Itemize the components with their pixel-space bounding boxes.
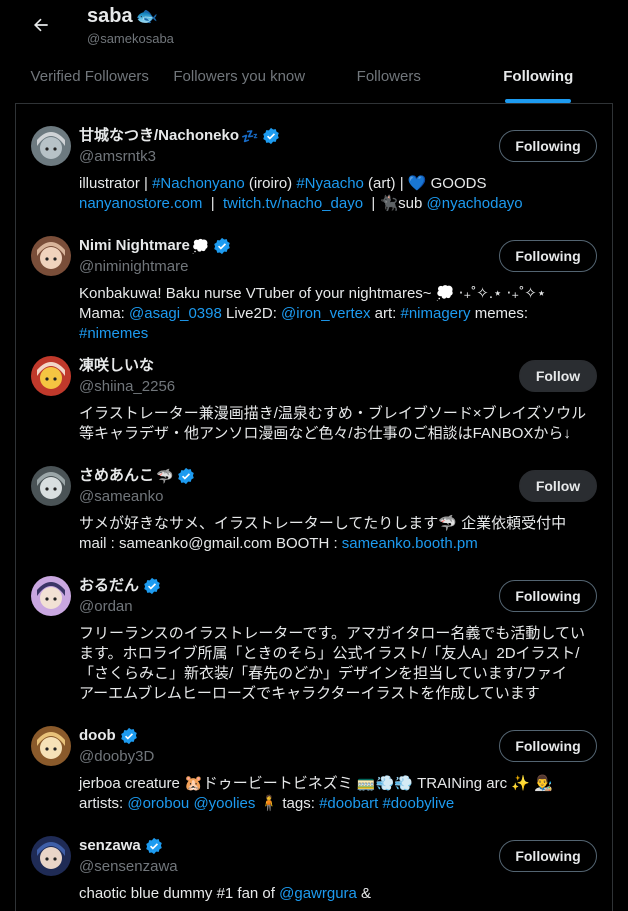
verified-badge-icon [214,237,231,255]
profile-header: saba 🐟 @samekosaba Verified Followers Fol… [0,0,628,104]
bio-text: | 🐈‍⬛sub [363,195,427,212]
tab-following[interactable]: Following [464,56,614,103]
page-title: saba 🐟 [87,5,158,28]
user-cell[interactable]: doob @dooby3D jerboa creature 🐹ドゥービートビネズミ … [15,714,613,814]
following-button[interactable]: Following [499,730,597,762]
avatar[interactable] [31,126,71,166]
tab-followers-you-know[interactable]: Followers you know [165,56,315,103]
verified-badge-icon [263,127,280,145]
bio-text: chaotic blue dummy #1 fan of [79,885,280,902]
following-button[interactable]: Following [499,840,597,872]
follow-button[interactable]: Follow [519,470,597,502]
bio-text: サメが好きなサメ、イラストレーターしてたりします🦈 企業依頼受付中 [79,515,567,532]
bio-link[interactable]: twitch.tv/nacho_dayo [223,195,363,212]
bio-link[interactable]: @yoolies [193,795,255,812]
arrow-left-icon [34,18,48,32]
name-emoji-icon: 🦈 [156,468,174,484]
bio-link[interactable]: @nyachodayo [427,195,523,212]
user-display-name[interactable]: おるだん [79,576,139,596]
bio-text: Mama: [79,305,130,322]
bio-text: art: [370,305,401,322]
bio-text: illustrator | [79,175,153,192]
bio-text: Konbakuwa! Baku nurse VTuber of your nig… [79,285,547,302]
user-display-name[interactable]: 甘城なつき/Nachoneko [79,126,239,146]
user-cell[interactable]: 甘城なつき/Nachoneko 💤 @amsrntk3 illustrator | #… [15,114,613,214]
user-bio: chaotic blue dummy #1 fan of @gawrgura & [79,884,597,904]
user-cell[interactable]: 凍咲しいな @shiina_2256 イラストレーター兼漫画描き/温泉むすめ・ブレイ… [15,344,613,444]
user-display-name[interactable]: さめあんこ [79,466,154,486]
bio-text: | [202,195,223,212]
bio-link[interactable]: #doobart [319,795,378,812]
bio-link[interactable]: @iron_vertex [281,305,370,322]
user-cell[interactable]: おるだん @ordan フリーランスのイラストレーターです。アマガイタロー名義でも活… [15,564,613,704]
tab-followers[interactable]: Followers [314,56,464,103]
avatar[interactable] [31,356,71,396]
user-display-name[interactable]: doob [79,726,116,746]
bio-text: Live2D: [221,305,282,322]
bio-text: memes: [474,305,529,322]
back-button[interactable] [26,10,56,40]
user-bio: Konbakuwa! Baku nurse VTuber of your nig… [79,284,597,344]
following-button[interactable]: Following [499,130,597,162]
bio-text: mail : sameanko@gmail.com BOOTH : [79,535,342,552]
name-emoji-icon: 💭 [191,238,210,254]
verified-badge-icon [144,577,160,595]
avatar[interactable] [31,466,71,506]
user-cell[interactable]: senzawa @sensenzawa chaotic blue dummy #1 … [15,824,613,904]
user-bio: サメが好きなサメ、イラストレーターしてたりします🦈 企業依頼受付中 mail :… [79,514,597,554]
bio-link[interactable]: #Nyaacho [296,175,364,192]
following-button[interactable]: Following [499,240,597,272]
user-bio: イラストレーター兼漫画描き/温泉むすめ・ブレイブソード×ブレイズソウル 等キャラ… [79,404,597,444]
bio-text: & [356,885,372,902]
avatar[interactable] [31,836,71,876]
verified-badge-icon [145,837,162,855]
follow-button[interactable]: Follow [519,360,597,392]
avatar[interactable] [31,576,71,616]
bio-link[interactable]: @orobou [127,795,189,812]
user-display-name[interactable]: 凍咲しいな [79,356,154,376]
bio-link[interactable]: #nimagery [400,305,470,322]
user-cell[interactable]: さめあんこ 🦈 @sameanko サメが好きなサメ、イラストレーターしてたりします🦈… [15,454,613,554]
bio-text: イラストレーター兼漫画描き/温泉むすめ・ブレイブソード×ブレイズソウル 等キャラ… [79,405,587,442]
avatar[interactable] [31,236,71,276]
user-display-name[interactable]: senzawa [79,836,141,856]
name-emoji-icon: 💤 [241,128,259,144]
user-cell[interactable]: Nimi Nightmare 💭 @niminightmare Konbakuwa! … [15,224,613,344]
bio-link[interactable]: nanyanostore.com [79,195,202,212]
bio-link[interactable]: @asagi_0398 [129,305,222,322]
verified-badge-icon [120,727,137,745]
following-button[interactable]: Following [499,580,597,612]
user-bio: jerboa creature 🐹ドゥービートビネズミ 🚃💨💨 TRAINing… [79,774,597,814]
bio-link[interactable]: #doobylive [382,795,454,812]
bio-link[interactable]: sameanko.booth.pm [342,535,478,552]
user-display-name[interactable]: Nimi Nightmare [79,236,190,256]
user-bio: illustrator | #Nachonyano (iroiro) #Nyaa… [79,174,597,214]
bio-text: jerboa creature 🐹ドゥービートビネズミ 🚃💨💨 TRAINing… [79,775,553,792]
bio-link[interactable]: #Nachonyano [152,175,245,192]
verified-badge-icon [178,467,195,485]
bio-text: (iroiro) [244,175,297,192]
bio-text: フリーランスのイラストレーターです。アマガイタロー名義でも活動してい ます。ホロ… [79,625,585,702]
bio-link[interactable]: @gawrgura [279,885,357,902]
tab-bar: Verified Followers Followers you know Fo… [15,56,613,104]
profile-name: saba [87,5,133,27]
bio-text: artists: [79,795,128,812]
bio-text: 🧍 tags: [255,795,320,812]
bio-link[interactable]: #nimemes [79,325,148,342]
avatar[interactable] [31,726,71,766]
user-bio: フリーランスのイラストレーターです。アマガイタロー名義でも活動してい ます。ホロ… [79,624,597,704]
tab-verified-followers[interactable]: Verified Followers [15,56,165,103]
bio-text: (art) | 💙 GOODS [368,175,487,192]
fish-icon: 🐟 [135,6,159,26]
profile-handle: @samekosaba [87,31,174,46]
